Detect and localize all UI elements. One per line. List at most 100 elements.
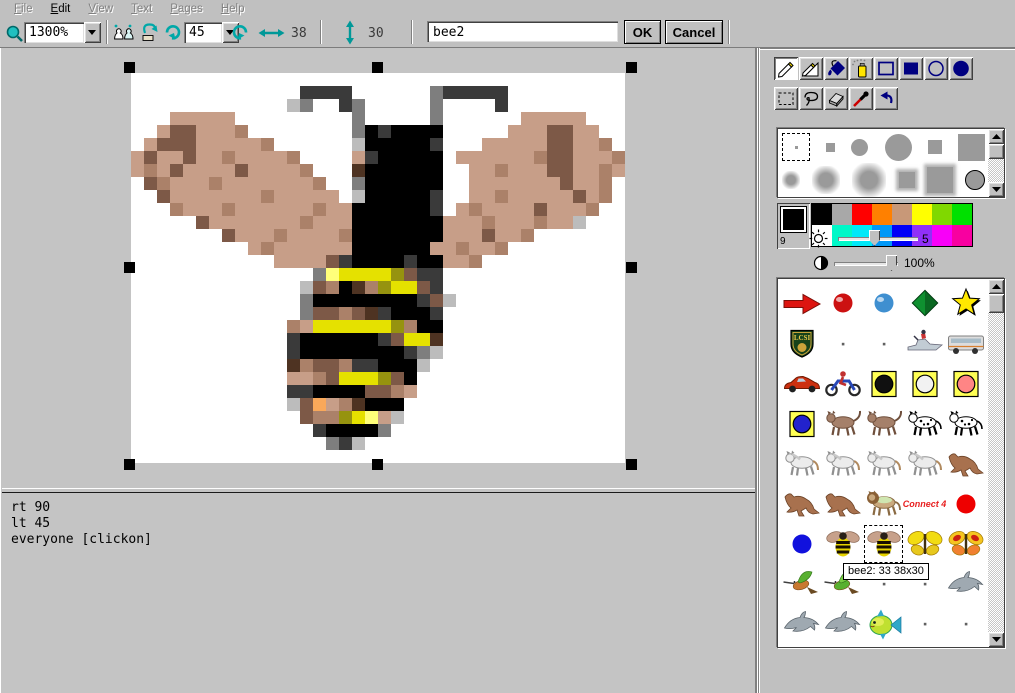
- undo-tool-button[interactable]: [874, 87, 898, 110]
- selection-handle[interactable]: [124, 459, 135, 470]
- brush-scroll-up-button[interactable]: [988, 129, 1004, 144]
- color-swatch[interactable]: [832, 225, 852, 246]
- motorcycle-shape[interactable]: [822, 364, 863, 404]
- eyedropper-tool-button[interactable]: [849, 87, 873, 110]
- red-circle-shape[interactable]: [945, 484, 986, 524]
- flip-horizontal-icon[interactable]: [112, 22, 135, 43]
- butterfly-yellow-shape[interactable]: [904, 524, 945, 564]
- ok-button[interactable]: OK: [624, 20, 661, 44]
- color-swatch[interactable]: [952, 225, 972, 246]
- yellow-star-shape[interactable]: [945, 284, 986, 324]
- car-shape[interactable]: [781, 364, 822, 404]
- color-swatch[interactable]: [952, 204, 972, 225]
- brush-soft-circle[interactable]: [812, 166, 840, 194]
- color-swatch[interactable]: [852, 204, 872, 225]
- selection-handle[interactable]: [626, 62, 637, 73]
- brush-soft-circle[interactable]: [852, 163, 886, 197]
- eraser-tool-button[interactable]: [824, 87, 848, 110]
- shapes-scroll-thumb[interactable]: [988, 294, 1004, 313]
- rotate-right-icon[interactable]: [162, 23, 182, 42]
- contrast-slider[interactable]: [834, 262, 898, 266]
- color-swatch[interactable]: [832, 204, 852, 225]
- brush-circle[interactable]: [851, 139, 868, 156]
- dalmatian-shape[interactable]: [904, 404, 945, 444]
- white-token-shape[interactable]: [904, 364, 945, 404]
- horse-shape[interactable]: [822, 444, 863, 484]
- bee2-shape[interactable]: [863, 524, 904, 564]
- fill-bucket-tool-button[interactable]: [824, 57, 848, 80]
- spray-can-tool-button[interactable]: [849, 57, 873, 80]
- connect4-label-shape[interactable]: Connect 4: [904, 484, 945, 524]
- flip-vertical-icon[interactable]: [137, 21, 159, 43]
- butterfly-orange-shape[interactable]: [945, 524, 986, 564]
- brightness-slider[interactable]: [838, 237, 918, 241]
- brush-scrollbar[interactable]: [988, 129, 1004, 197]
- color-swatch[interactable]: [892, 204, 912, 225]
- shape-canvas[interactable]: [131, 73, 625, 463]
- color-swatch[interactable]: [812, 204, 832, 225]
- lcsi-crest-shape[interactable]: LCSI: [781, 324, 822, 364]
- hummingbird-shape[interactable]: [781, 564, 822, 604]
- selection-handle[interactable]: [372, 459, 383, 470]
- color-swatch[interactable]: [892, 225, 912, 246]
- dolphin-shape[interactable]: [781, 604, 822, 644]
- kangaroo-shape[interactable]: [945, 444, 986, 484]
- selection-handle[interactable]: [626, 262, 637, 273]
- cancel-button[interactable]: Cancel: [665, 20, 723, 44]
- dolphin-shape[interactable]: [945, 564, 986, 604]
- right-arrow-shape[interactable]: [781, 284, 822, 324]
- red-ball-shape[interactable]: [822, 284, 863, 324]
- color-swatch[interactable]: [872, 204, 892, 225]
- shapes-scroll-down-button[interactable]: [988, 632, 1004, 647]
- rotate-left-icon[interactable]: [231, 23, 251, 42]
- brush-soft-circle[interactable]: [782, 171, 800, 189]
- rectangle-outline-tool-button[interactable]: [874, 57, 898, 80]
- kangaroo-shape[interactable]: [822, 484, 863, 524]
- color-swatch[interactable]: [932, 225, 952, 246]
- pink-token-shape[interactable]: [945, 364, 986, 404]
- ellipse-filled-tool-button[interactable]: [949, 57, 973, 80]
- tropical-fish-shape[interactable]: [863, 604, 904, 644]
- cat-shape[interactable]: [822, 404, 863, 444]
- bee-shape[interactable]: [822, 524, 863, 564]
- zoom-dropdown-button[interactable]: [84, 22, 101, 43]
- brush-dot[interactable]: [782, 133, 810, 161]
- menu-edit[interactable]: Edit: [43, 2, 79, 16]
- brush-scroll-down-button[interactable]: [988, 182, 1004, 197]
- pencil-tool-button[interactable]: [774, 57, 798, 80]
- ellipse-outline-tool-button[interactable]: [924, 57, 948, 80]
- contrast-slider-thumb[interactable]: [886, 255, 897, 271]
- selection-handle[interactable]: [372, 62, 383, 73]
- brush-square[interactable]: [928, 140, 942, 154]
- shapes-scroll-up-button[interactable]: [988, 279, 1004, 294]
- selection-handle[interactable]: [124, 62, 135, 73]
- blue-circle-shape[interactable]: [781, 524, 822, 564]
- jet-ski-shape[interactable]: [904, 324, 945, 364]
- horse-shape[interactable]: [904, 444, 945, 484]
- horse-shape[interactable]: [863, 444, 904, 484]
- brush-soft-square[interactable]: [899, 172, 915, 188]
- green-diamond-shape[interactable]: [904, 284, 945, 324]
- lasso-tool-button[interactable]: [799, 87, 823, 110]
- brush-square[interactable]: [958, 134, 985, 161]
- bus-shape[interactable]: [945, 324, 986, 364]
- cat-shape[interactable]: [863, 404, 904, 444]
- brush-circle[interactable]: [885, 134, 912, 161]
- color-swatch[interactable]: [912, 204, 932, 225]
- command-center[interactable]: rt 90lt 45everyone [clickon]: [2, 493, 755, 693]
- shapes-scrollbar[interactable]: [988, 279, 1004, 647]
- rectangle-filled-tool-button[interactable]: [899, 57, 923, 80]
- selection-handle[interactable]: [124, 262, 135, 273]
- dalmatian-shape[interactable]: [945, 404, 986, 444]
- lion-shape[interactable]: [863, 484, 904, 524]
- black-token-shape[interactable]: [863, 364, 904, 404]
- blue-token-shape[interactable]: [781, 404, 822, 444]
- line-tool-button[interactable]: [799, 57, 823, 80]
- brush-square[interactable]: [826, 143, 835, 152]
- brush-soft-square[interactable]: [927, 167, 953, 193]
- shape-name-input[interactable]: [427, 21, 618, 42]
- selection-handle[interactable]: [626, 459, 637, 470]
- kangaroo-shape[interactable]: [781, 484, 822, 524]
- horse-shape[interactable]: [781, 444, 822, 484]
- brush-scroll-thumb[interactable]: [988, 144, 1004, 159]
